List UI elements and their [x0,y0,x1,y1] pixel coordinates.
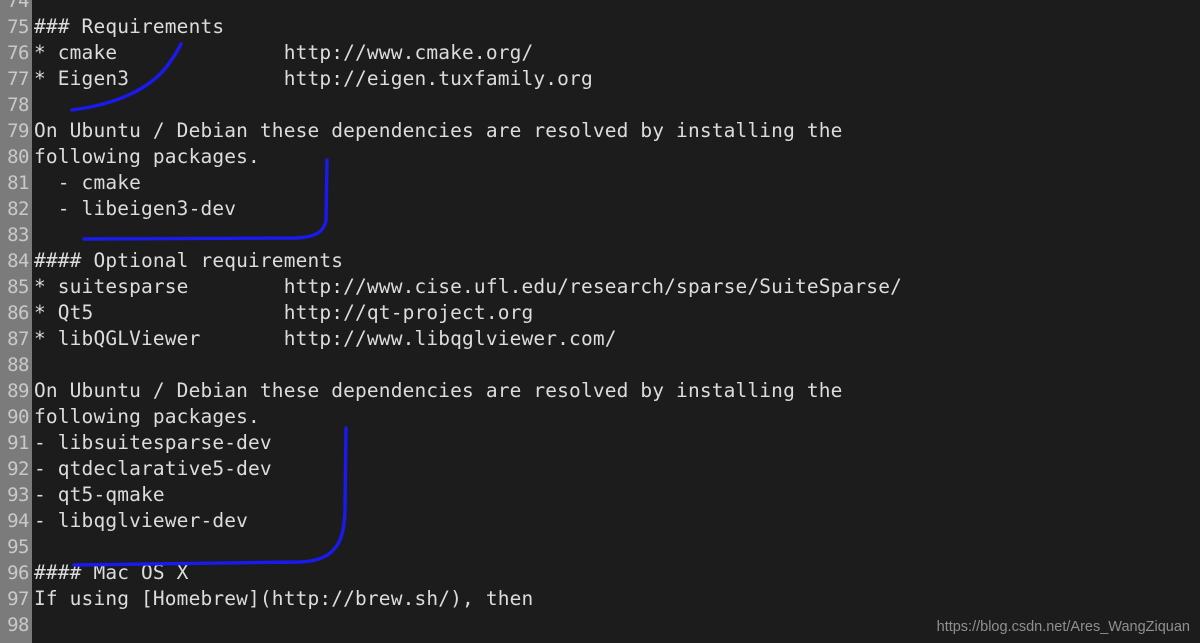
code-line[interactable]: - cmake [34,170,141,196]
line-number: 87 [7,328,29,350]
code-line[interactable]: * libQGLViewer http://www.libqglviewer.c… [34,326,617,352]
code-line[interactable]: - qt5-qmake [34,482,165,508]
line-number: 86 [7,302,29,324]
code-line[interactable]: * cmake http://www.cmake.org/ [34,40,533,66]
line-number: 90 [7,406,29,428]
code-line[interactable]: - libeigen3-dev [34,196,236,222]
csdn-watermark: https://blog.csdn.net/Ares_WangZiquan [936,619,1190,635]
line-number: 84 [7,250,29,272]
line-number: 83 [7,224,29,246]
code-line[interactable]: following packages. [34,144,260,170]
code-text-area[interactable]: ### Requirements * cmake http://www.cmake… [32,0,1200,643]
line-number: 85 [7,276,29,298]
line-number: 92 [7,458,29,480]
line-number: 76 [7,42,29,64]
line-number: 82 [7,198,29,220]
code-line[interactable]: * suitesparse http://www.cise.ufl.edu/re… [34,274,902,300]
code-line[interactable]: On Ubuntu / Debian these dependencies ar… [34,378,843,404]
code-line[interactable]: - libqglviewer-dev [34,508,248,534]
line-number: 95 [7,536,29,558]
code-line[interactable]: On Ubuntu / Debian these dependencies ar… [34,118,843,144]
code-line[interactable]: If using [Homebrew](http://brew.sh/), th… [34,586,533,612]
line-number: 77 [7,68,29,90]
code-line[interactable]: following packages. [34,404,260,430]
line-number: 75 [7,16,29,38]
line-number: 91 [7,432,29,454]
code-line[interactable]: ### Requirements [34,14,224,40]
line-number: 81 [7,172,29,194]
line-number: 96 [7,562,29,584]
code-line[interactable]: * Qt5 http://qt-project.org [34,300,533,326]
line-number: 74 [7,0,29,12]
line-number: 94 [7,510,29,532]
code-line[interactable]: * Eigen3 http://eigen.tuxfamily.org [34,66,593,92]
line-number: 78 [7,94,29,116]
line-number: 97 [7,588,29,610]
line-number: 93 [7,484,29,506]
code-line[interactable]: #### Mac OS X [34,560,189,586]
line-number: 79 [7,120,29,142]
line-number: 89 [7,380,29,402]
line-number-gutter: 74 75 76 77 78 79 80 81 82 83 84 85 86 87 88 89 90 91 92 93… [0,0,32,643]
code-line[interactable]: - qtdeclarative5-dev [34,456,272,482]
line-number: 98 [7,614,29,636]
code-editor-view: ### Requirements * cmake http://www.cmake… [0,0,1200,643]
line-number: 88 [7,354,29,376]
code-line[interactable]: - libsuitesparse-dev [34,430,272,456]
code-line[interactable]: #### Optional requirements [34,248,343,274]
line-number: 80 [7,146,29,168]
